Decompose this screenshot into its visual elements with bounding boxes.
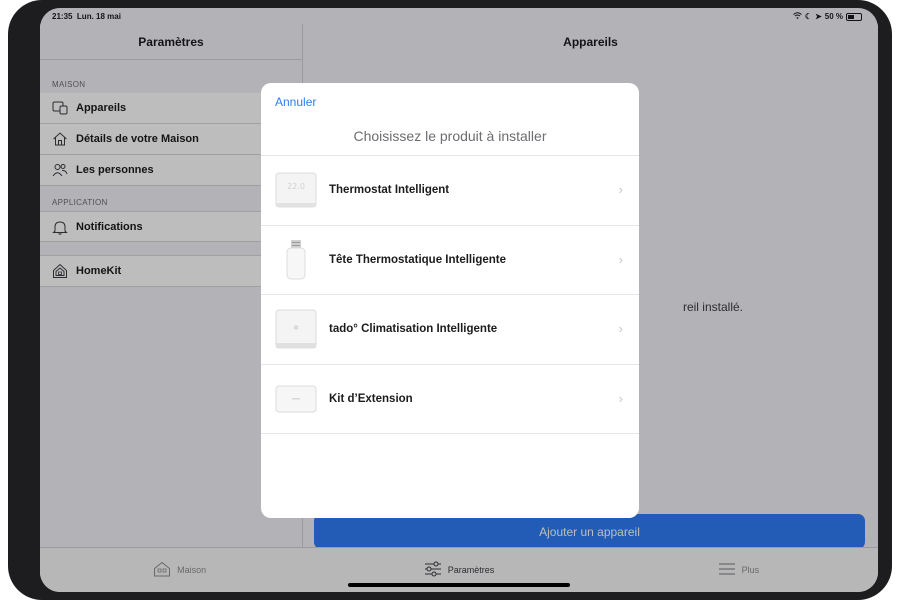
product-label: Kit d’Extension <box>329 392 413 405</box>
chevron-right-icon: › <box>618 182 623 197</box>
ac-control-icon: ✱ <box>275 308 317 350</box>
cancel-button[interactable]: Annuler <box>275 95 316 109</box>
product-label: Thermostat Intelligent <box>329 184 450 197</box>
home-indicator <box>348 583 570 587</box>
product-label: Tête Thermostatique Intelligente <box>329 253 506 266</box>
thermostat-display: 22.0 <box>287 182 305 191</box>
product-list: 22.0 Thermostat Intelligent › Tête Therm… <box>261 155 639 434</box>
chevron-right-icon: › <box>618 390 623 406</box>
modal-title: Choisissez le produit à installer <box>353 128 547 144</box>
product-label: tado° Climatisation Intelligente <box>329 323 498 336</box>
svg-text:✱: ✱ <box>293 324 299 332</box>
product-row-ac-control[interactable]: ✱ tado° Climatisation Intelligente › <box>261 295 639 365</box>
product-row-thermostat[interactable]: 22.0 Thermostat Intelligent › <box>261 156 639 226</box>
radiator-valve-icon <box>275 239 317 281</box>
chevron-right-icon: › <box>618 321 623 336</box>
product-row-extension-kit[interactable]: Kit d’Extension › <box>261 365 639 434</box>
thermostat-icon: 22.0 <box>275 169 317 211</box>
chevron-right-icon: › <box>618 251 623 267</box>
extension-kit-icon <box>275 378 317 420</box>
product-row-radiator-valve[interactable]: Tête Thermostatique Intelligente › <box>261 226 639 295</box>
product-picker-modal: Annuler Choisissez le produit à installe… <box>261 83 639 518</box>
ipad-frame: 21:35 Lun. 18 mai ☾ ➤ 50 % Paramètres MA… <box>8 0 892 600</box>
